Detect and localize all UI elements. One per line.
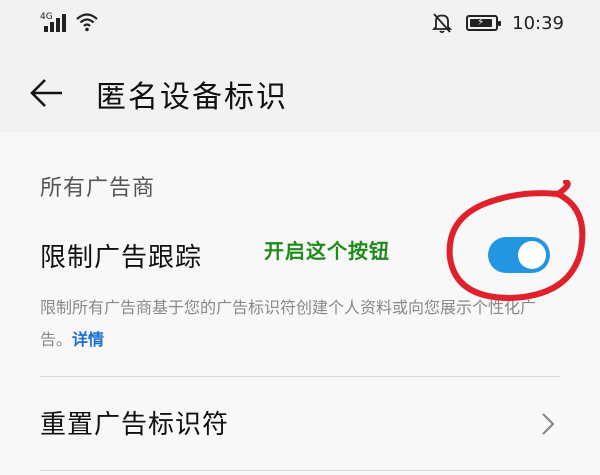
annotation-text: 开启这个按钮 — [264, 239, 390, 263]
details-link[interactable]: 详情 — [72, 330, 104, 349]
section-header-all-advertisers: 所有广告商 — [40, 176, 156, 201]
bell-muted-icon — [432, 13, 453, 34]
page-title: 匿名设备标识 — [96, 80, 288, 115]
limit-ad-tracking-label: 限制广告跟踪 — [40, 243, 203, 273]
wifi-icon — [76, 13, 98, 32]
status-bar: 4G ⚡ 10:39 — [0, 0, 600, 52]
chevron-right-icon — [542, 413, 555, 435]
description-text: 限制所有广告商基于您的广告标识符创建个人资料或向您展示个性化广告。 — [40, 298, 537, 349]
battery-charging-icon: ⚡ — [466, 15, 502, 31]
limit-ad-tracking-description: 限制所有广告商基于您的广告标识符创建个人资料或向您展示个性化广告。详情 — [40, 292, 560, 356]
reset-ad-identifier-label: 重置广告标识符 — [40, 410, 230, 440]
reset-ad-identifier-row[interactable]: 重置广告标识符 — [0, 394, 600, 454]
signal-icon: 4G — [40, 12, 66, 32]
toggle-knob — [518, 241, 546, 269]
back-arrow-icon[interactable] — [28, 74, 66, 112]
network-type: 4G — [40, 12, 53, 22]
status-left: 4G — [40, 12, 98, 32]
divider — [40, 376, 560, 377]
status-right: ⚡ 10:39 — [432, 12, 564, 34]
settings-content: 所有广告商 限制广告跟踪 开启这个按钮 限制所有广告商基于您的广告标识符创建个人… — [0, 132, 600, 475]
limit-ad-tracking-row[interactable]: 限制广告跟踪 开启这个按钮 — [0, 227, 600, 287]
divider — [40, 470, 560, 471]
limit-ad-tracking-toggle[interactable] — [488, 237, 550, 273]
status-time: 10:39 — [512, 12, 564, 34]
title-bar: 匿名设备标识 — [0, 52, 600, 132]
